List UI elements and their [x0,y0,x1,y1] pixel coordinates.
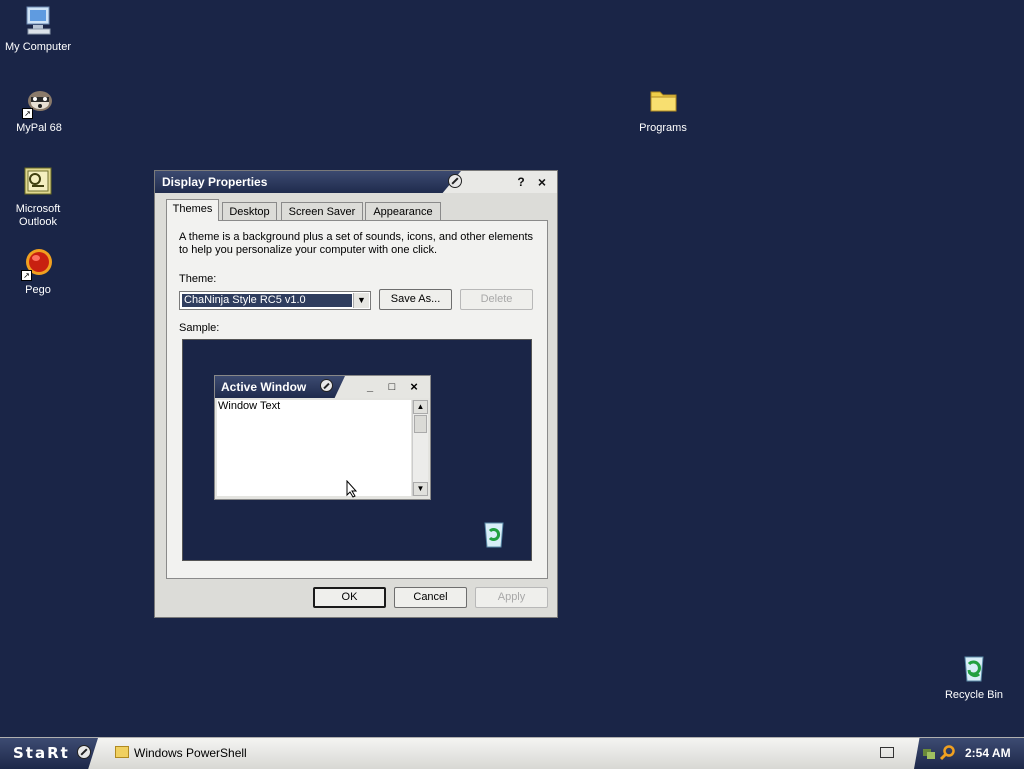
sample-title-bar: Active Window _ □ × [215,376,430,398]
sample-menu-orb-icon [320,379,333,392]
desktop-icon-programs[interactable]: Programs [623,85,703,135]
desktop-icon-label: MyPal 68 [16,122,62,134]
desktop-icon-my-computer[interactable]: My Computer [0,4,78,54]
desktop-icon-label: Microsoft Outlook [15,203,61,228]
window-menu-orb-icon[interactable] [448,174,462,188]
sample-window-text: Window Text [218,400,281,412]
sample-active-window: Active Window _ □ × Window Text ▲ ▼ [214,375,431,500]
theme-select[interactable]: ChaNinja Style RC5 v1.0 ▼ [179,291,371,310]
scroll-up-icon: ▲ [413,400,428,414]
cancel-button[interactable]: Cancel [394,587,467,608]
sample-close-icon: × [410,379,418,394]
system-tray: 2:54 AM [914,738,1024,769]
desktop-icon-label: Pego [25,284,51,296]
chevron-down-icon[interactable]: ▼ [353,293,369,308]
themes-panel: A theme is a background plus a set of so… [166,220,548,579]
apply-button[interactable]: Apply [475,587,548,608]
theme-sample-preview: Active Window _ □ × Window Text ▲ ▼ [182,339,532,561]
outlook-icon [21,166,55,200]
desktop-icon-recycle-bin[interactable]: Recycle Bin [934,652,1014,702]
sample-window-title: Active Window [221,380,307,394]
taskbar: StaRt Windows PowerShell 2:54 AM [0,737,1024,769]
mouse-cursor-icon [346,479,358,498]
red-orb-icon: ↗ [21,247,55,281]
display-properties-window: Display Properties ? × Themes Desktop Sc… [154,170,558,618]
start-orb-icon [77,745,91,759]
recycle-bin-icon [957,652,991,686]
sample-scrollbar: ▲ ▼ [412,400,428,496]
taskbar-item-powershell[interactable]: Windows PowerShell [110,742,340,764]
search-icon[interactable] [939,745,955,761]
start-label: StaRt [13,744,70,762]
tab-appearance[interactable]: Appearance [365,202,441,220]
window-title: Display Properties [162,175,268,189]
scroll-down-icon: ▼ [413,482,428,496]
desktop-icon-mypal[interactable]: ↗ MyPal 68 [0,85,79,135]
folder-icon [115,746,129,758]
sample-minimize-icon: _ [366,381,374,393]
start-button[interactable]: StaRt [0,738,98,769]
sample-maximize-icon: □ [388,381,396,393]
keyboard-icon[interactable] [880,747,894,758]
theme-label: Theme: [179,273,217,285]
save-as-button[interactable]: Save As... [379,289,452,310]
shortcut-arrow-icon: ↗ [22,108,33,119]
desktop-icon-label: My Computer [4,41,72,53]
ok-button[interactable]: OK [313,587,386,608]
taskbar-item-label: Windows PowerShell [134,746,247,760]
sample-label: Sample: [179,322,220,334]
desktop-icon-label: Recycle Bin [944,689,1004,701]
desktop-icon-outlook[interactable]: Microsoft Outlook [0,166,78,229]
desktop-icon-pego[interactable]: ↗ Pego [0,247,78,297]
desktop-icon-label: Programs [639,122,687,134]
sample-window-body: Window Text [217,400,411,496]
shortcut-arrow-icon: ↗ [21,270,32,281]
folder-icon [646,85,680,119]
tab-desktop[interactable]: Desktop [222,202,277,220]
clock[interactable]: 2:54 AM [965,746,1011,760]
themes-description: A theme is a background plus a set of so… [179,231,534,256]
theme-select-value: ChaNinja Style RC5 v1.0 [182,294,352,307]
raccoon-icon: ↗ [22,85,56,119]
delete-button[interactable]: Delete [460,289,533,310]
sample-recycle-bin-icon [480,520,508,550]
close-button[interactable]: × [534,174,550,190]
help-button[interactable]: ? [513,174,529,190]
tab-themes[interactable]: Themes [166,199,219,221]
scroll-thumb [414,415,427,433]
title-bar[interactable]: Display Properties ? × [155,171,557,193]
computer-icon [21,4,55,38]
network-icon[interactable] [922,746,936,760]
tab-screen-saver[interactable]: Screen Saver [281,202,363,220]
